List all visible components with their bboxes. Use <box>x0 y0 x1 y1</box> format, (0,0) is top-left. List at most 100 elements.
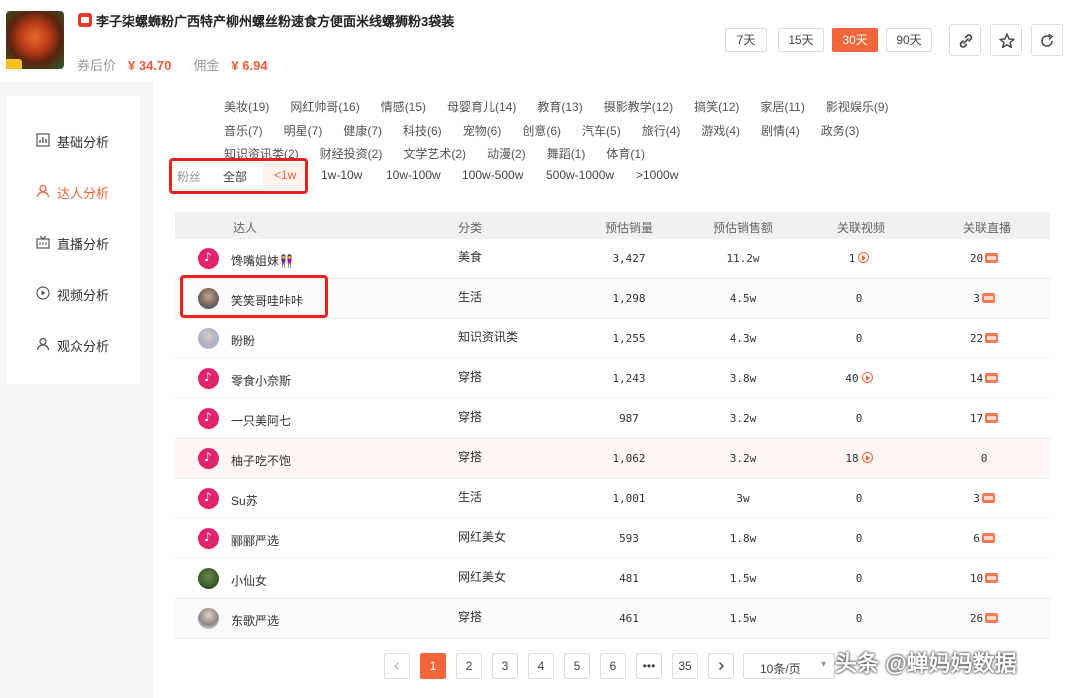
live-icon[interactable] <box>985 253 999 263</box>
next-page-button[interactable] <box>708 653 734 679</box>
table-row[interactable]: 小仙女 网红美女 481 1.5w 0 10 <box>175 559 1050 599</box>
table-row[interactable]: 零食小奈斯 穿搭 1,243 3.8w 40 14 <box>175 359 1050 399</box>
page-button-3[interactable]: 3 <box>492 653 518 679</box>
category-filter[interactable]: 健康(7) <box>343 122 382 139</box>
page-button-35[interactable]: 35 <box>672 653 698 679</box>
product-title[interactable]: 李子柒螺蛳粉广西特产柳州螺丝粉速食方便面米线螺狮粉3袋装 <box>96 11 454 30</box>
live-icon[interactable] <box>985 613 999 623</box>
live-icon[interactable] <box>985 373 999 383</box>
day-filter-15[interactable]: 15天 <box>778 28 824 52</box>
prev-page-button[interactable] <box>384 653 410 679</box>
category-filter[interactable]: 舞蹈(1) <box>547 145 586 162</box>
talent-name[interactable]: 东歌严选 <box>231 612 279 629</box>
play-icon[interactable] <box>858 252 870 263</box>
category-filter[interactable]: 美妆(19) <box>224 98 269 115</box>
sidebar-item-talent[interactable]: 达人分析 <box>6 180 140 202</box>
table-row[interactable]: 郦郦严选 网红美女 593 1.8w 0 6 <box>175 519 1050 559</box>
share-button[interactable] <box>1031 24 1063 56</box>
lives-cell[interactable]: 6 <box>941 532 1027 545</box>
page-size-select[interactable]: 10条/页 ▾ <box>743 653 835 679</box>
category-filter[interactable]: 政务(3) <box>821 122 860 139</box>
col-header-videos[interactable]: 关联视频 <box>837 219 885 236</box>
talent-name[interactable]: 小仙女 <box>231 572 267 589</box>
category-filter[interactable]: 搞笑(12) <box>694 98 739 115</box>
page-ellipsis[interactable]: ••• <box>636 653 662 679</box>
sidebar-item-audience[interactable]: 观众分析 <box>6 333 140 355</box>
live-icon[interactable] <box>985 333 999 343</box>
lives-cell[interactable]: 22 <box>941 332 1027 345</box>
live-icon[interactable] <box>981 293 995 303</box>
live-icon[interactable] <box>981 533 995 543</box>
fans-filter-500w-1000w[interactable]: 500w-1000w <box>546 168 614 182</box>
category-filter[interactable]: 旅行(4) <box>642 122 681 139</box>
avatar[interactable] <box>198 608 219 629</box>
table-row[interactable]: 柚子吃不饱 穿搭 1,062 3.2w 18 0 <box>175 439 1050 479</box>
fans-filter-1w-10w[interactable]: 1w-10w <box>321 168 362 182</box>
category-filter[interactable]: 网红帅哥(16) <box>290 98 359 115</box>
category-filter[interactable]: 家居(11) <box>760 98 804 115</box>
videos-cell[interactable]: 40 <box>824 372 894 385</box>
table-row[interactable]: 盼盼 知识资讯类 1,255 4.3w 0 22 <box>175 319 1050 359</box>
day-filter-7[interactable]: 7天 <box>725 28 767 52</box>
col-header-revenue[interactable]: 预估销售额 <box>713 219 773 236</box>
play-icon[interactable] <box>861 372 873 383</box>
category-filter[interactable]: 剧情(4) <box>761 122 800 139</box>
col-header-sales[interactable]: 预估销量 <box>605 219 653 236</box>
live-icon[interactable] <box>985 573 999 583</box>
lives-cell[interactable]: 3 <box>941 492 1027 505</box>
category-filter[interactable]: 财经投资(2) <box>320 145 383 162</box>
table-row[interactable]: Su苏 生活 1,001 3w 0 3 <box>175 479 1050 519</box>
category-filter[interactable]: 动漫(2) <box>487 145 526 162</box>
sidebar-item-basic[interactable]: 基础分析 <box>6 129 140 151</box>
category-filter[interactable]: 音乐(7) <box>224 122 263 139</box>
page-button-5[interactable]: 5 <box>564 653 590 679</box>
category-filter[interactable]: 游戏(4) <box>701 122 740 139</box>
avatar[interactable] <box>198 248 219 269</box>
table-row[interactable]: 一只美阿七 穿搭 987 3.2w 0 17 <box>175 399 1050 439</box>
day-filter-90[interactable]: 90天 <box>886 28 932 52</box>
category-filter[interactable]: 科技(6) <box>403 122 442 139</box>
talent-name[interactable]: 郦郦严选 <box>231 532 279 549</box>
lives-cell[interactable]: 26 <box>941 612 1027 625</box>
talent-name[interactable]: 柚子吃不饱 <box>231 452 291 469</box>
play-icon[interactable] <box>861 452 873 463</box>
category-filter[interactable]: 汽车(5) <box>582 122 621 139</box>
fans-filter-10w-100w[interactable]: 10w-100w <box>386 168 441 182</box>
page-button-1[interactable]: 1 <box>420 653 446 679</box>
videos-cell[interactable]: 18 <box>824 452 894 465</box>
videos-cell[interactable]: 1 <box>824 252 894 265</box>
category-filter[interactable]: 影视娱乐(9) <box>826 98 889 115</box>
category-filter[interactable]: 明星(7) <box>284 122 323 139</box>
lives-cell[interactable]: 17 <box>941 412 1027 425</box>
fans-filter-gt1000w[interactable]: >1000w <box>636 168 678 182</box>
product-thumbnail[interactable] <box>6 11 64 69</box>
link-button[interactable] <box>949 24 981 56</box>
avatar[interactable] <box>198 368 219 389</box>
sidebar-item-video[interactable]: 视频分析 <box>6 282 140 304</box>
talent-name[interactable]: 零食小奈斯 <box>231 372 291 389</box>
table-row[interactable]: 东歌严选 穿搭 461 1.5w 0 26 <box>175 599 1050 639</box>
col-header-lives[interactable]: 关联直播 <box>963 219 1011 236</box>
lives-cell[interactable]: 10 <box>941 572 1027 585</box>
avatar[interactable] <box>198 488 219 509</box>
talent-name[interactable]: Su苏 <box>231 492 258 509</box>
live-icon[interactable] <box>981 493 995 503</box>
category-filter[interactable]: 情感(15) <box>381 98 426 115</box>
table-row[interactable]: 馋嘴姐妹👭 美食 3,427 11.2w 1 20 <box>175 239 1050 279</box>
talent-name[interactable]: 盼盼 <box>231 332 255 349</box>
lives-cell[interactable]: 14 <box>941 372 1027 385</box>
lives-cell[interactable]: 20 <box>941 252 1027 265</box>
avatar[interactable] <box>198 568 219 589</box>
category-filter[interactable]: 体育(1) <box>606 145 645 162</box>
page-button-6[interactable]: 6 <box>600 653 626 679</box>
talent-name[interactable]: 一只美阿七 <box>231 412 291 429</box>
avatar[interactable] <box>198 408 219 429</box>
avatar[interactable] <box>198 448 219 469</box>
fans-filter-100w-500w[interactable]: 100w-500w <box>462 168 523 182</box>
talent-name[interactable]: 馋嘴姐妹👭 <box>231 252 294 269</box>
page-button-2[interactable]: 2 <box>456 653 482 679</box>
category-filter[interactable]: 创意(6) <box>522 122 561 139</box>
lives-cell[interactable]: 3 <box>941 292 1027 305</box>
page-button-4[interactable]: 4 <box>528 653 554 679</box>
sidebar-item-live[interactable]: 直播分析 <box>6 231 140 253</box>
